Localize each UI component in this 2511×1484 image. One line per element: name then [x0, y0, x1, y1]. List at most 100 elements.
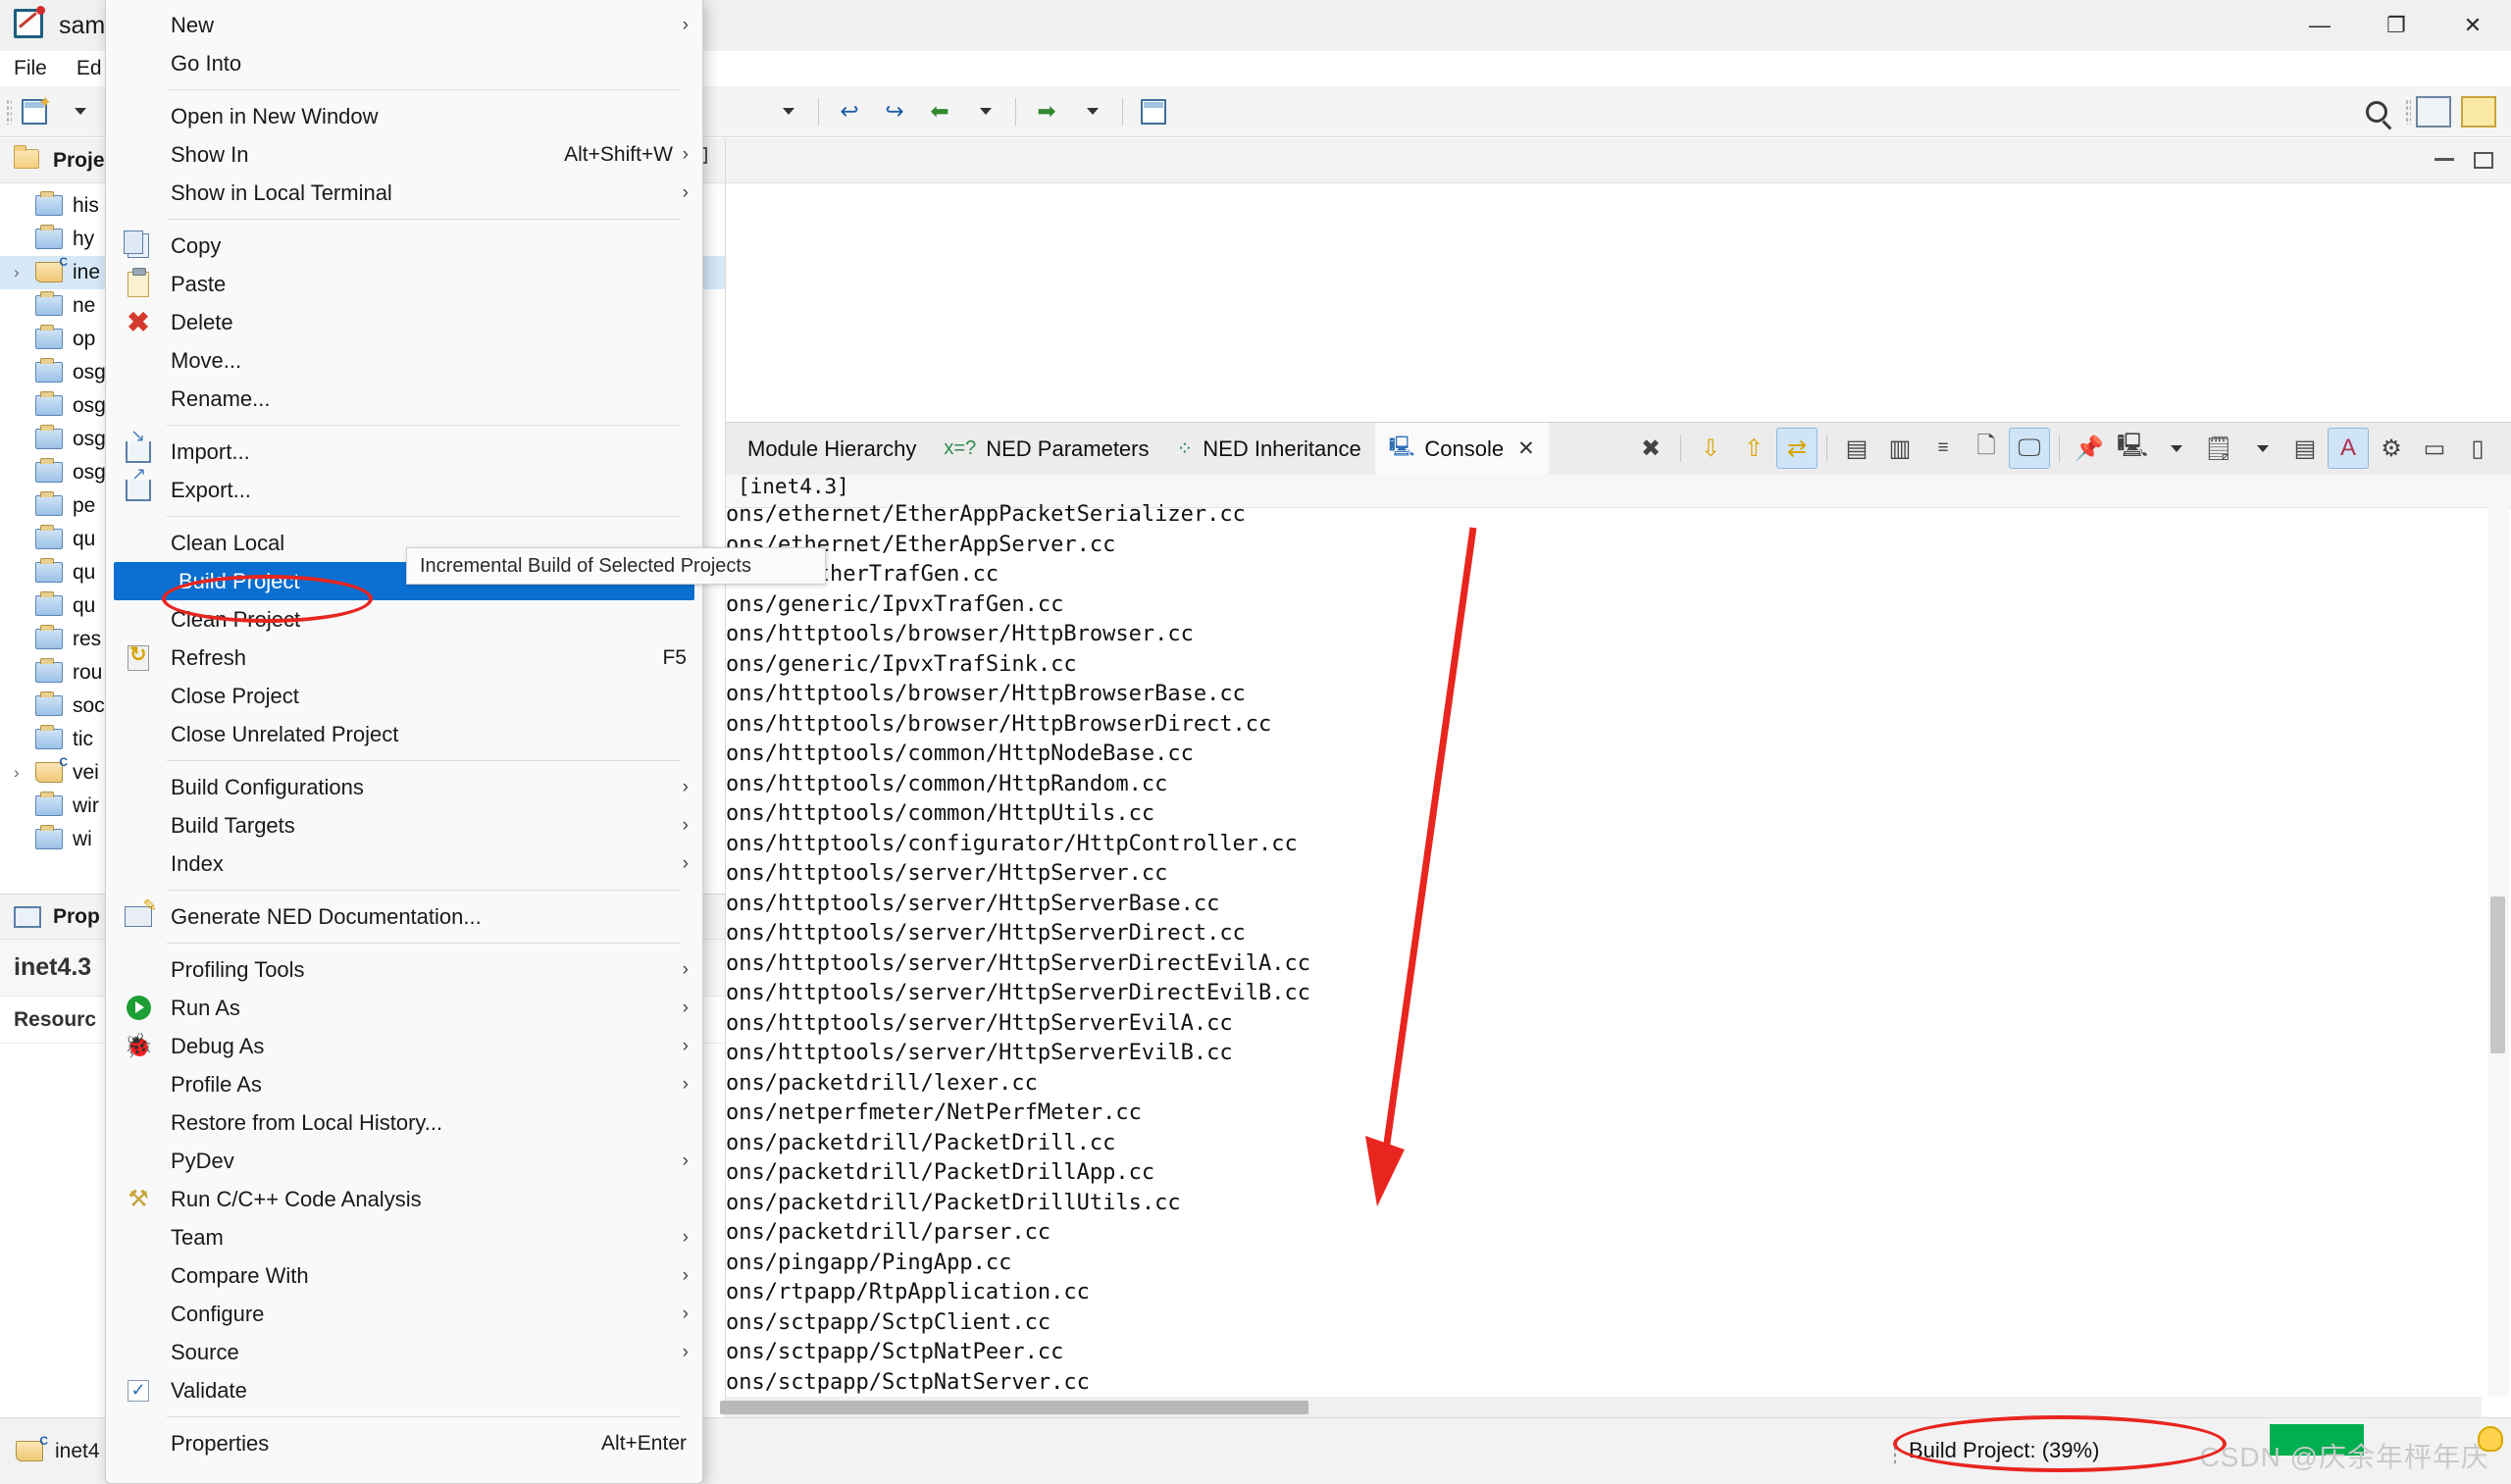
scrollbar-thumb[interactable]	[2490, 896, 2505, 1053]
context-menu-item-pydev[interactable]: PyDev ›	[106, 1142, 702, 1180]
context-menu-item-label: Index	[171, 850, 224, 876]
console-line: ons/httptools/server/HttpServerDirectEvi…	[726, 950, 1311, 976]
menu-file[interactable]: File	[14, 57, 47, 80]
context-menu-item-open-in-new-window[interactable]: Open in New Window	[106, 97, 702, 135]
context-menu-item-delete[interactable]: ✖ Delete	[106, 303, 702, 341]
context-menu-item-source[interactable]: Source ›	[106, 1333, 702, 1371]
close-button[interactable]: ✕	[2434, 0, 2511, 51]
context-menu-item-import[interactable]: Import...	[106, 426, 702, 471]
maximize-button[interactable]: ❐	[2358, 0, 2434, 51]
perspective-omnetpp-icon[interactable]	[2459, 92, 2498, 131]
forward-dropdown-icon[interactable]	[1072, 92, 1111, 131]
console-output-area[interactable]: [inet4.3] ons/ethernet/EtherAppPacketSer…	[726, 475, 2511, 1416]
console-line: ons/httptools/server/HttpServerEvilA.cc	[726, 1010, 1233, 1036]
console-line: ons/packetdrill/PacketDrillUtils.cc	[726, 1190, 1181, 1215]
tab-ned-parameters[interactable]: x=? NED Parameters	[930, 423, 1162, 476]
back-icon[interactable]: ⬅	[920, 92, 959, 131]
new-wizard-dropdown-icon[interactable]	[60, 92, 99, 131]
pin-console-icon[interactable]: 📌	[2069, 428, 2110, 469]
tab-ned-inheritance[interactable]: ⁘ NED Inheritance	[1163, 423, 1375, 476]
open-console-icon[interactable]: 🗒	[2198, 428, 2239, 469]
context-menu-item-index[interactable]: Index ›	[106, 844, 702, 883]
editor-maximize-icon[interactable]	[2474, 152, 2493, 169]
project-icon	[16, 1440, 45, 1462]
context-menu-item-refresh[interactable]: Refresh F5	[106, 639, 702, 677]
open-perspective-icon[interactable]	[2414, 92, 2453, 131]
context-menu-item-move[interactable]: Move...	[106, 341, 702, 380]
editor-minimize-icon[interactable]	[2434, 158, 2454, 161]
folder-icon	[35, 429, 65, 450]
context-menu-item-team[interactable]: Team ›	[106, 1218, 702, 1256]
close-icon[interactable]: ✕	[1517, 436, 1535, 461]
folder-icon	[35, 629, 65, 650]
context-menu-item-properties[interactable]: Properties Alt+Enter	[106, 1424, 702, 1462]
redo-nav-icon[interactable]: ↪	[875, 92, 914, 131]
scroll-up-icon[interactable]: ⇧	[1733, 428, 1774, 469]
context-menu-item-show-in-local-terminal[interactable]: Show in Local Terminal ›	[106, 174, 702, 212]
undo-nav-icon[interactable]: ↩	[830, 92, 869, 131]
tip-bulb-icon[interactable]	[2478, 1426, 2503, 1452]
build-progress-status[interactable]: Build Project: (39%)	[1909, 1438, 2099, 1463]
console-maximize-icon[interactable]: ▯	[2457, 428, 2498, 469]
context-menu-item-configure[interactable]: Configure ›	[106, 1295, 702, 1333]
context-menu-item-compare-with[interactable]: Compare With ›	[106, 1256, 702, 1295]
console-line: ons/packetdrill/lexer.cc	[726, 1070, 1038, 1096]
context-menu-item-profiling-tools[interactable]: Profiling Tools ›	[106, 950, 702, 989]
minimize-button[interactable]: —	[2281, 0, 2358, 51]
auto-scroll-icon[interactable]: A	[2328, 428, 2369, 469]
console-vertical-scrollbar[interactable]	[2487, 475, 2509, 1397]
new-wizard-button[interactable]: ✦	[15, 92, 54, 131]
toolbar-grip[interactable]	[6, 98, 12, 125]
scroll-lock-icon[interactable]: ⇄	[1776, 428, 1818, 469]
remove-console-icon[interactable]: 🗋	[1966, 428, 2007, 469]
console-line: ons/netperfmeter/NetPerfMeter.cc	[726, 1100, 1142, 1125]
settings-gear-icon[interactable]: ⚙	[2371, 428, 2412, 469]
folder-icon	[35, 729, 65, 750]
context-menu-item-copy[interactable]: Copy	[106, 227, 702, 265]
terminate-all-icon[interactable]: ✖	[1630, 428, 1671, 469]
display-selected-console-icon[interactable]: 🖵	[2009, 428, 2050, 469]
context-menu-item-close-unrelated-project[interactable]: Close Unrelated Project	[106, 715, 702, 753]
tab-console[interactable]: 🖳 Console ✕	[1374, 422, 1549, 476]
perspective-grip[interactable]	[2405, 98, 2411, 125]
scroll-down-icon[interactable]: ⇩	[1690, 428, 1731, 469]
context-menu-item-rename[interactable]: Rename...	[106, 380, 702, 418]
context-menu-item-generate-ned-documentation[interactable]: Generate NED Documentation...	[106, 896, 702, 936]
new-editor-icon[interactable]	[1134, 92, 1173, 131]
display-console-icon[interactable]: 🖳	[2112, 428, 2153, 469]
context-menu-item-export[interactable]: Export...	[106, 464, 702, 509]
context-menu-item-validate[interactable]: ✓ Validate	[106, 1371, 702, 1409]
console-options-icon[interactable]: ▤	[2284, 428, 2326, 469]
context-menu-item-go-into[interactable]: Go Into	[106, 44, 702, 82]
context-menu-item-build-targets[interactable]: Build Targets ›	[106, 806, 702, 844]
context-menu-item-close-project[interactable]: Close Project	[106, 677, 702, 715]
menu-edit[interactable]: Ed	[77, 57, 102, 80]
open-console-dropdown-icon[interactable]	[2241, 428, 2282, 469]
context-menu-item-debug-as[interactable]: 🐞 Debug As ›	[106, 1027, 702, 1065]
display-console-dropdown-icon[interactable]	[2155, 428, 2196, 469]
context-menu-item-profile-as[interactable]: Profile As ›	[106, 1065, 702, 1103]
tree-item-label: wir	[73, 794, 99, 817]
clear-console-icon[interactable]: ▤	[1836, 428, 1877, 469]
context-menu-item-restore-from-local-history[interactable]: Restore from Local History...	[106, 1103, 702, 1142]
context-menu-item-show-in[interactable]: Show In Alt+Shift+W ›	[106, 135, 702, 174]
tab-module-hierarchy[interactable]: Module Hierarchy	[734, 423, 930, 476]
back-dropdown-icon[interactable]	[965, 92, 1004, 131]
console-horizontal-scrollbar[interactable]	[720, 1397, 2482, 1418]
search-icon[interactable]	[2357, 92, 2396, 131]
context-menu-item-build-configurations[interactable]: Build Configurations ›	[106, 768, 702, 806]
properties-icon	[14, 905, 41, 928]
context-menu-item-new[interactable]: New ›	[106, 6, 702, 44]
lock-console-icon[interactable]: ▥	[1879, 428, 1921, 469]
scrollbar-thumb[interactable]	[720, 1401, 1308, 1414]
chevron-right-icon[interactable]: ›	[14, 263, 35, 282]
chevron-right-icon[interactable]: ›	[14, 763, 35, 783]
run-dropdown-icon[interactable]	[768, 92, 807, 131]
word-wrap-icon[interactable]: ≡	[1922, 428, 1964, 469]
forward-icon[interactable]: ➡	[1027, 92, 1066, 131]
context-menu-item-clean-project[interactable]: Clean Project	[106, 600, 702, 639]
console-minimize-icon[interactable]: ▭	[2414, 428, 2455, 469]
context-menu-item-run-c-c-code-analysis[interactable]: ⚒ Run C/C++ Code Analysis	[106, 1180, 702, 1218]
context-menu-item-run-as[interactable]: Run As ›	[106, 989, 702, 1027]
context-menu-item-paste[interactable]: Paste	[106, 265, 702, 303]
